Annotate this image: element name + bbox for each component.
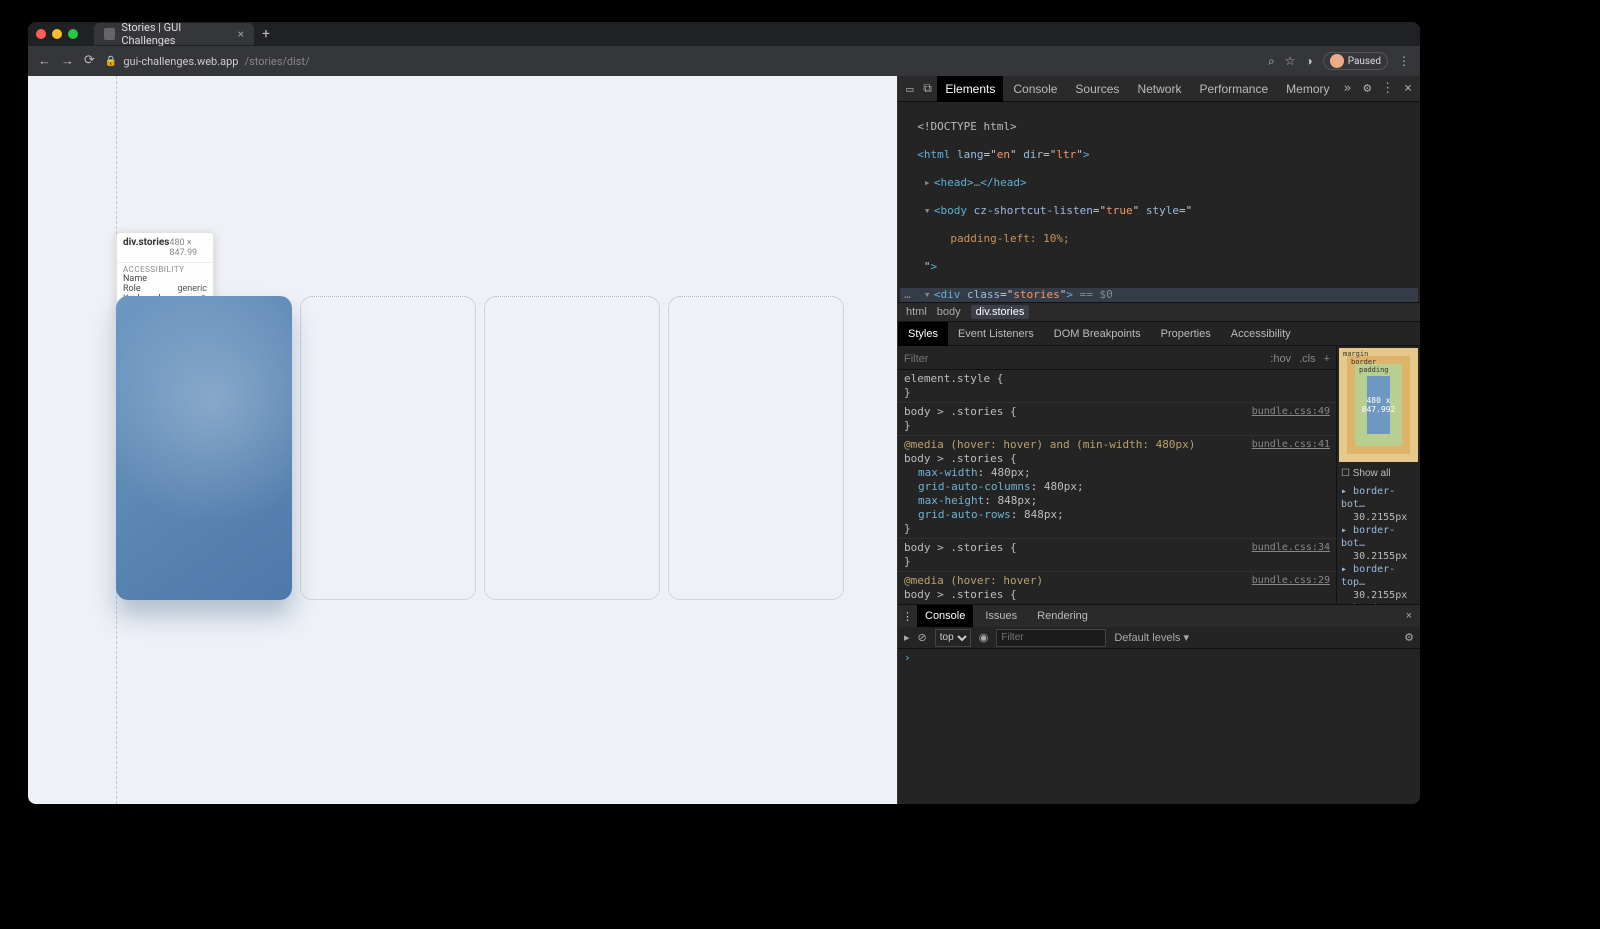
devtools-tab-sources[interactable]: Sources [1067, 76, 1127, 102]
menu-icon[interactable]: ⋮ [1398, 54, 1410, 68]
close-icon[interactable] [36, 29, 46, 39]
stories-container [116, 296, 844, 600]
avatar-icon [1330, 54, 1344, 68]
drawer-tab-console[interactable]: Console [917, 605, 973, 627]
back-button[interactable]: ← [38, 53, 51, 69]
tab-title: Stories | GUI Challenges [121, 22, 231, 47]
devtools-tabstrip: ▭ ⧉ Elements Console Sources Network Per… [898, 76, 1420, 102]
subtab-breakpoints[interactable]: DOM Breakpoints [1044, 322, 1151, 346]
kebab-icon[interactable]: ⋮ [1377, 81, 1398, 96]
tooltip-dimensions: 480 × 847.99 [169, 238, 207, 258]
styles-filterbar: :hov .cls + [898, 348, 1336, 370]
devtools-tab-elements[interactable]: Elements [937, 76, 1003, 102]
devtools-tab-console[interactable]: Console [1005, 76, 1065, 102]
forward-button[interactable]: → [61, 53, 74, 69]
search-icon[interactable]: ⌕ [1268, 54, 1275, 69]
devtools-tab-memory[interactable]: Memory [1278, 76, 1337, 102]
cls-toggle[interactable]: .cls [1299, 352, 1316, 366]
box-content-dim: 480 x 847.992 [1367, 376, 1390, 434]
eye-icon[interactable]: ◉ [979, 631, 989, 644]
address-bar: ← → ⟳ 🔒 gui-challenges.web.app/stories/d… [28, 46, 1420, 76]
subtab-accessibility[interactable]: Accessibility [1221, 322, 1301, 346]
minimize-icon[interactable] [52, 29, 62, 39]
devtools-tab-performance[interactable]: Performance [1191, 76, 1276, 102]
computed-list[interactable]: ▸ border-bot… 30.2155px▸ border-bot… 30.… [1337, 483, 1420, 604]
devtools-panel: ▭ ⧉ Elements Console Sources Network Per… [898, 76, 1420, 804]
rendered-page[interactable]: div.stories 480 × 847.99 ACCESSIBILITY N… [28, 76, 898, 804]
story-card[interactable] [484, 296, 660, 600]
log-levels[interactable]: Default levels ▾ [1114, 631, 1189, 644]
reload-button[interactable]: ⟳ [84, 53, 95, 69]
subtab-properties[interactable]: Properties [1151, 322, 1221, 346]
styles-tabstrip: Styles Event Listeners DOM Breakpoints P… [898, 322, 1420, 346]
maximize-icon[interactable] [68, 29, 78, 39]
console-drawer: ⋮ Console Issues Rendering × ▸ ⊘ top ◉ D… [898, 604, 1420, 804]
lock-icon: 🔒 [105, 56, 117, 67]
browser-window: Stories | GUI Challenges × + ← → ⟳ 🔒 gui… [28, 22, 1420, 804]
browser-tab[interactable]: Stories | GUI Challenges × [94, 23, 254, 45]
box-model[interactable]: 480 x 847.992 margin border padding [1337, 346, 1420, 464]
story-card-selected[interactable] [116, 296, 292, 600]
console-settings-icon[interactable]: ⚙ [1404, 631, 1414, 644]
devtools-tab-network[interactable]: Network [1129, 76, 1189, 102]
profile-status: Paused [1348, 56, 1381, 67]
more-tabs-icon[interactable]: » [1340, 81, 1356, 96]
new-rule-button[interactable]: + [1324, 352, 1330, 366]
clear-console-icon[interactable]: ⊘ [918, 631, 927, 644]
crumb-html[interactable]: html [906, 306, 927, 318]
inspect-element-icon[interactable]: ▭ [902, 82, 918, 96]
crumb-body[interactable]: body [937, 306, 961, 318]
computed-pane: 480 x 847.992 margin border padding ☐ Sh… [1336, 346, 1420, 604]
console-sidebar-icon[interactable]: ▸ [904, 631, 910, 644]
console-filter-input[interactable] [996, 629, 1106, 647]
window-controls[interactable] [36, 29, 78, 39]
styles-pane[interactable]: :hov .cls + element.style {}body > .stor… [898, 346, 1336, 604]
context-selector[interactable]: top [935, 629, 971, 647]
subtab-styles[interactable]: Styles [898, 322, 948, 346]
url-host: gui-challenges.web.app [123, 55, 238, 68]
crumb-current[interactable]: div.stories [971, 305, 1030, 319]
tabstrip: Stories | GUI Challenges × + [28, 22, 1420, 46]
device-toggle-icon[interactable]: ⧉ [920, 81, 936, 96]
drawer-menu-icon[interactable]: ⋮ [902, 610, 913, 623]
close-devtools-icon[interactable]: × [1400, 81, 1416, 96]
favicon-icon [104, 28, 115, 40]
url-path: /stories/dist/ [244, 55, 309, 68]
url-field[interactable]: 🔒 gui-challenges.web.app/stories/dist/ [105, 55, 310, 68]
hov-toggle[interactable]: :hov [1270, 352, 1291, 366]
tooltip-selector: div.stories [123, 237, 169, 248]
dom-tree[interactable]: <!DOCTYPE html> <html lang="en" dir="ltr… [898, 102, 1420, 302]
subtab-listeners[interactable]: Event Listeners [948, 322, 1044, 346]
new-tab-button[interactable]: + [262, 26, 270, 42]
dom-breadcrumb[interactable]: html body div.stories [898, 302, 1420, 322]
story-card[interactable] [300, 296, 476, 600]
console-output[interactable]: › [898, 649, 1420, 804]
star-icon[interactable]: ☆ [1285, 54, 1296, 68]
settings-icon[interactable]: ⚙ [1359, 81, 1375, 96]
styles-filter-input[interactable] [904, 353, 964, 365]
tab-close-icon[interactable]: × [238, 27, 244, 41]
extension-icon[interactable]: ◑ [1305, 54, 1312, 68]
drawer-close-icon[interactable]: × [1402, 610, 1416, 622]
drawer-tab-issues[interactable]: Issues [977, 605, 1025, 627]
show-all-checkbox[interactable]: ☐ Show all [1337, 464, 1420, 483]
console-prompt: › [904, 651, 911, 664]
tooltip-a11y-label: ACCESSIBILITY [123, 265, 207, 274]
story-card[interactable] [668, 296, 844, 600]
drawer-tab-rendering[interactable]: Rendering [1029, 605, 1096, 627]
profile-button[interactable]: Paused [1323, 52, 1388, 70]
